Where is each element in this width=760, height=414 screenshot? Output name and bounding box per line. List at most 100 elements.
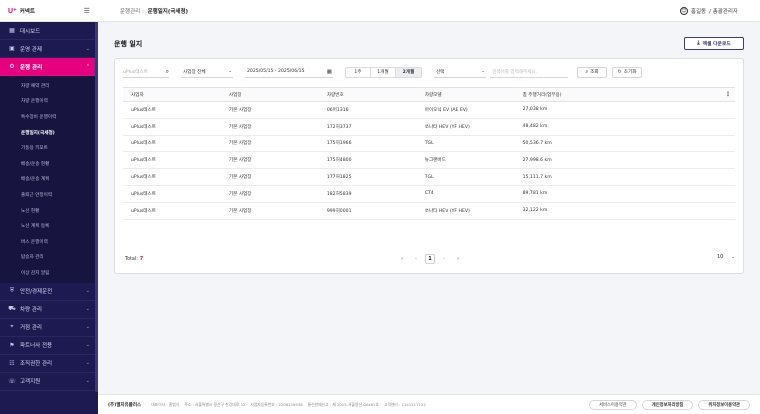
sidebar-item-partner[interactable]: ⚑ 파트너사 전용 ⌄ bbox=[0, 337, 98, 355]
cell-model: CT4 bbox=[416, 185, 515, 203]
calendar-icon[interactable]: ▦ bbox=[327, 69, 332, 75]
cell-model: 쏘나타 HEV (YF HEV) bbox=[416, 118, 515, 136]
sidebar-item-label: 운행 관리 bbox=[20, 64, 43, 71]
sidebar-item-base-management[interactable]: ⌖ 거점 관리 ⌄ bbox=[0, 319, 98, 337]
chevron-down-icon: ⌄ bbox=[731, 255, 735, 260]
sidebar-item-safe-driving[interactable]: ⛨ 안전/경제운전 ⌄ bbox=[0, 283, 98, 301]
period-button-1month[interactable]: 1개월 bbox=[371, 67, 396, 77]
cell-model: 아이오닉 EV (AE EV) bbox=[416, 101, 515, 119]
cell-plate: 177허1825 bbox=[318, 168, 417, 186]
footer-info-item: 통신판매신고 : 제 2015-서울용산-00481호 bbox=[307, 401, 379, 407]
cell-distance: 15,111.7 km bbox=[514, 168, 705, 186]
search-icon: ⌕ bbox=[585, 69, 589, 75]
cell-model: 뉴그랜버드 bbox=[416, 151, 515, 170]
total-count: Total: 7 bbox=[125, 257, 143, 262]
footer-info-item: 사업자등록번호 : 2208139938 bbox=[250, 401, 303, 407]
hamburger-icon[interactable]: ☰ bbox=[84, 7, 90, 15]
table-row[interactable]: uPlus테스트 기본 사업장 06머1316 아이오닉 EV (AE EV) … bbox=[123, 101, 735, 119]
user-name: 홍길동 bbox=[690, 8, 707, 15]
search-input[interactable]: uPlus테스트 ⌕ bbox=[123, 67, 169, 78]
table-row[interactable]: uPlus테스트 기본 사업장 999허0001 쏘나타 HEV (YF HEV… bbox=[123, 202, 735, 220]
submenu-item[interactable]: 배송/운송 계획 bbox=[0, 172, 98, 188]
submenu-item[interactable]: 차량 운행이력 bbox=[0, 94, 98, 110]
sidebar-item-org-permission[interactable]: ☷ 조직권한 관리 ⌄ bbox=[0, 355, 98, 373]
submenu-item[interactable]: 노선 현황 bbox=[0, 203, 98, 219]
next-page-icon[interactable]: › bbox=[439, 254, 449, 264]
cell-plate: 999허0001 bbox=[318, 202, 417, 220]
cell-site: 기본 사업장 bbox=[220, 135, 319, 153]
column-header[interactable]: 사업자 bbox=[123, 87, 221, 102]
sidebar-item-support[interactable]: ☏ 고객지원 ⌄ bbox=[0, 373, 98, 391]
more-options-icon[interactable]: ⋮ bbox=[704, 87, 735, 102]
excel-download-label: 엑셀 다운로드 bbox=[702, 42, 731, 47]
sidebar-item-dashboard[interactable]: ▦ 대시보드 bbox=[0, 22, 98, 40]
user-icon: ☺ bbox=[679, 6, 688, 15]
cell-company: uPlus테스트 bbox=[123, 185, 221, 203]
period-button-2month[interactable]: 2개월 bbox=[396, 67, 421, 77]
terms-link[interactable]: 서비스이용약관 bbox=[589, 399, 637, 410]
site-select[interactable]: 사업장 전체 ⌄ bbox=[181, 67, 233, 78]
sidebar-item-label: 차량 관리 bbox=[20, 307, 42, 314]
cell-distance: 32,122 km bbox=[514, 202, 705, 220]
partner-icon: ⚑ bbox=[9, 341, 15, 349]
submenu-item[interactable]: 특수장비 운행이력 bbox=[0, 109, 98, 125]
column-header[interactable]: 사업장 bbox=[220, 87, 319, 102]
footer: (주)엘지유플러스 대표이사 : 홍범식 주소 : 서울특별시 용산구 한강대로… bbox=[98, 394, 760, 414]
support-icon: ☏ bbox=[8, 377, 16, 385]
user-menu[interactable]: ☺ 홍길동 / 총괄관리자 bbox=[679, 6, 738, 15]
table-row[interactable]: uPlus테스트 기본 사업장 177허1825 TGL 15,111.7 km bbox=[123, 168, 735, 186]
cell-distance: 27,998.6 km bbox=[514, 151, 705, 170]
prev-page-icon[interactable]: ‹ bbox=[411, 254, 421, 264]
type-select-value: 선택 bbox=[436, 69, 445, 75]
pagination: « ‹ 1 › » bbox=[395, 254, 465, 264]
type-select[interactable]: 선택 ⌄ bbox=[434, 67, 486, 78]
table-row[interactable]: uPlus테스트 기본 사업장 175허1966 TGL 50,536.7 km bbox=[123, 135, 735, 153]
breadcrumb-current: 운행일지(국세청) bbox=[147, 8, 189, 15]
table-row[interactable]: uPlus테스트 기본 사업장 175허4800 뉴그랜버드 27,998.6 … bbox=[123, 151, 735, 170]
submenu-item-current[interactable]: 운행일지(국세청) bbox=[0, 125, 98, 141]
period-button-1week[interactable]: 1주 bbox=[346, 67, 371, 77]
user-role: / 총괄관리자 bbox=[709, 8, 738, 15]
sidebar-item-label: 운영 관제 bbox=[20, 46, 42, 53]
date-range-input[interactable]: 2025/05/15 - 2025/06/15 ▦ bbox=[245, 67, 333, 78]
footer-info-item: 대표이사 : 홍범식 bbox=[151, 401, 180, 407]
cell-plate: 172허3737 bbox=[318, 118, 417, 136]
column-header[interactable]: 총 주행거리(업무용) bbox=[514, 87, 705, 102]
reset-button[interactable]: ↻ 초기화 bbox=[612, 66, 642, 78]
submenu-item[interactable]: 이상 감지 알림 bbox=[0, 265, 98, 281]
first-page-icon[interactable]: « bbox=[397, 254, 407, 264]
submenu-item[interactable]: 차량 예약 관리 bbox=[0, 78, 98, 94]
sidebar-item-vehicle-management[interactable]: ⛟ 차량 관리 ⌄ bbox=[0, 301, 98, 319]
chevron-down-icon: ⌄ bbox=[85, 288, 90, 295]
keyword-input[interactable]: 검색어를 입력해주세요. bbox=[490, 67, 568, 78]
cell-plate: 175허4800 bbox=[318, 151, 417, 170]
submenu-driving-management: 차량 예약 관리 차량 운행이력 특수장비 운행이력 운행일지(국세청) 기동용… bbox=[0, 76, 98, 283]
submenu-item[interactable]: 배송/운송 현황 bbox=[0, 156, 98, 172]
search-icon[interactable]: ⌕ bbox=[166, 68, 169, 76]
submenu-item[interactable]: 출퇴근 안정이력 bbox=[0, 187, 98, 203]
submenu-item[interactable]: 버스 운행이력 bbox=[0, 234, 98, 250]
column-header[interactable]: 차량번호 bbox=[318, 87, 417, 102]
last-page-icon[interactable]: » bbox=[453, 254, 463, 264]
sidebar-item-driving-management[interactable]: ⚙ 운행 관리 ⌃ bbox=[0, 58, 98, 76]
sidebar: U⁺ 커넥트 ☰ ▦ 대시보드 ▣ 운영 관제 ⌄ ⚙ 운행 관리 ⌃ 차량 예… bbox=[0, 0, 98, 414]
privacy-link[interactable]: 개인정보처리방침 bbox=[641, 399, 694, 410]
column-header[interactable]: 차량모델 bbox=[416, 87, 515, 102]
table-row[interactable]: uPlus테스트 기본 사업장 172허3737 쏘나타 HEV (YF HEV… bbox=[123, 118, 735, 136]
site-select-value: 사업장 전체 bbox=[183, 69, 206, 75]
submenu-item[interactable]: 탑승자 관리 bbox=[0, 250, 98, 266]
table-row[interactable]: uPlus테스트 기본 사업장 182허5839 CT4 89,781 km bbox=[123, 185, 735, 203]
submenu-item[interactable]: 노선 계획 등록 bbox=[0, 218, 98, 234]
excel-download-button[interactable]: ⤓ 엑셀 다운로드 bbox=[684, 37, 744, 50]
page-size-select[interactable]: 10 ⌄ bbox=[717, 255, 735, 260]
cell-company: uPlus테스트 bbox=[123, 202, 221, 220]
brand-bar: U⁺ 커넥트 ☰ bbox=[0, 0, 98, 22]
search-button[interactable]: ⌕ 조회 bbox=[577, 66, 607, 78]
submenu-item[interactable]: 기동용 키포트 bbox=[0, 140, 98, 156]
cell-company: uPlus테스트 bbox=[123, 118, 221, 136]
chevron-down-icon: ⌄ bbox=[85, 306, 90, 313]
page-number-current[interactable]: 1 bbox=[425, 254, 435, 264]
breadcrumb: 운행관리 : 운행일지(국세청) bbox=[120, 7, 188, 15]
sidebar-item-operation-control[interactable]: ▣ 운영 관제 ⌄ bbox=[0, 40, 98, 58]
location-terms-link[interactable]: 위치정보이용약관 bbox=[698, 399, 750, 410]
